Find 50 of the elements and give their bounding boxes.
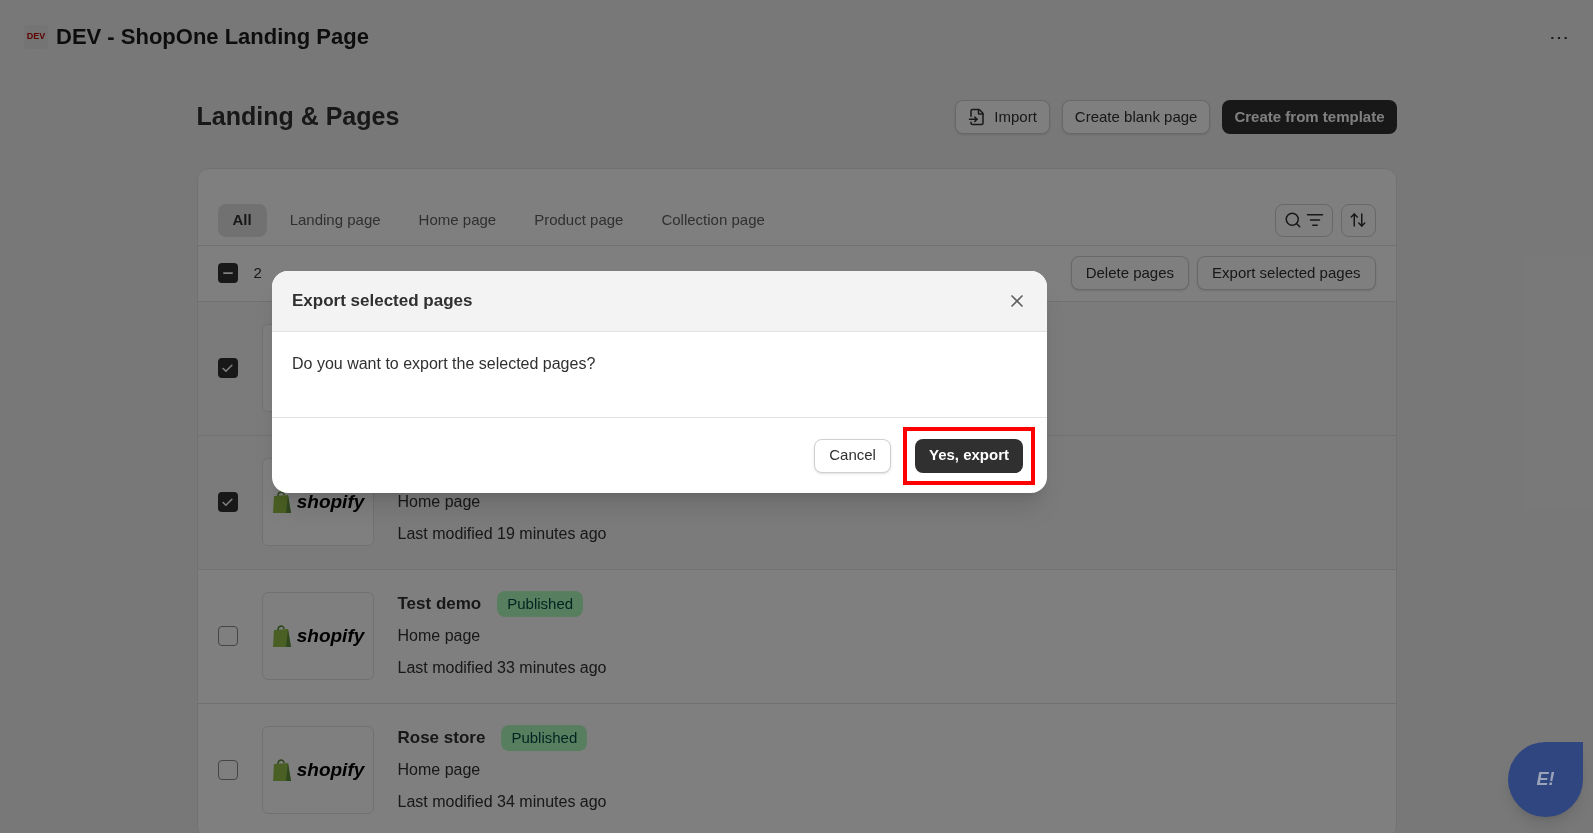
select-all-checkbox[interactable] bbox=[217, 263, 238, 283]
logo-text: shopify bbox=[296, 757, 365, 782]
bulk-action-button[interactable]: Delete pages bbox=[1070, 256, 1190, 290]
chat-button[interactable]: E! bbox=[1508, 742, 1583, 817]
create-template-button[interactable]: Create from template bbox=[1222, 99, 1397, 134]
search-filter-button[interactable] bbox=[1274, 203, 1333, 237]
dialog-title: Export selected pages bbox=[292, 290, 473, 313]
page-type: Home page bbox=[397, 760, 482, 780]
logo-text: shopify bbox=[296, 489, 365, 514]
modified-time: Last modified 34 minutes ago bbox=[397, 792, 607, 812]
selected-count: 2 bbox=[253, 262, 262, 283]
modified-time: Last modified 19 minutes ago bbox=[397, 524, 607, 544]
create-blank-button[interactable]: Create blank page bbox=[1061, 99, 1211, 134]
filter-icon bbox=[1305, 211, 1324, 229]
search-icon bbox=[1283, 211, 1302, 229]
page-title: Rose store bbox=[397, 727, 486, 750]
page-title: Test demo bbox=[397, 593, 482, 616]
app-title: DEV - ShopOne Landing Page bbox=[56, 23, 369, 51]
import-icon bbox=[968, 107, 987, 126]
shopping-bag-icon bbox=[270, 624, 293, 648]
cancel-button[interactable]: Cancel bbox=[814, 438, 891, 473]
row-checkbox[interactable] bbox=[217, 626, 238, 646]
page-type: Home page bbox=[397, 626, 482, 646]
page-type: Home page bbox=[397, 492, 482, 512]
sort-icon bbox=[1349, 211, 1367, 229]
bulk-action-button[interactable]: Export selected pages bbox=[1197, 256, 1376, 290]
status-badge: Published bbox=[501, 724, 588, 752]
filter-tab[interactable]: Product page bbox=[519, 203, 639, 237]
check-icon bbox=[221, 495, 234, 509]
filter-tab[interactable]: Landing page bbox=[274, 203, 396, 237]
shopping-bag-icon bbox=[270, 490, 293, 514]
confirm-button[interactable]: Yes, export bbox=[914, 438, 1023, 473]
import-button[interactable]: Import bbox=[955, 99, 1050, 134]
filter-tab[interactable]: Collection page bbox=[646, 203, 780, 237]
page-row[interactable]: shopify Rose store Published Home page Last modified 34 minutes ago bbox=[197, 702, 1396, 833]
filter-tab[interactable]: All bbox=[217, 203, 267, 237]
row-checkbox[interactable] bbox=[217, 760, 238, 780]
sort-button[interactable] bbox=[1340, 203, 1376, 237]
shopping-bag-icon bbox=[270, 758, 293, 782]
row-checkbox[interactable] bbox=[217, 358, 238, 378]
page-heading: Landing & Pages bbox=[196, 101, 400, 132]
modified-time: Last modified 33 minutes ago bbox=[397, 658, 607, 678]
dialog-message: Do you want to export the selected pages? bbox=[292, 354, 597, 374]
status-badge: Published bbox=[497, 590, 584, 618]
logo-text: shopify bbox=[296, 623, 365, 648]
more-menu[interactable]: ⋯ bbox=[1549, 21, 1569, 52]
filter-tab[interactable]: Home page bbox=[403, 203, 512, 237]
app-icon: DEV bbox=[24, 24, 48, 49]
row-checkbox[interactable] bbox=[217, 492, 238, 512]
check-icon bbox=[221, 361, 234, 375]
